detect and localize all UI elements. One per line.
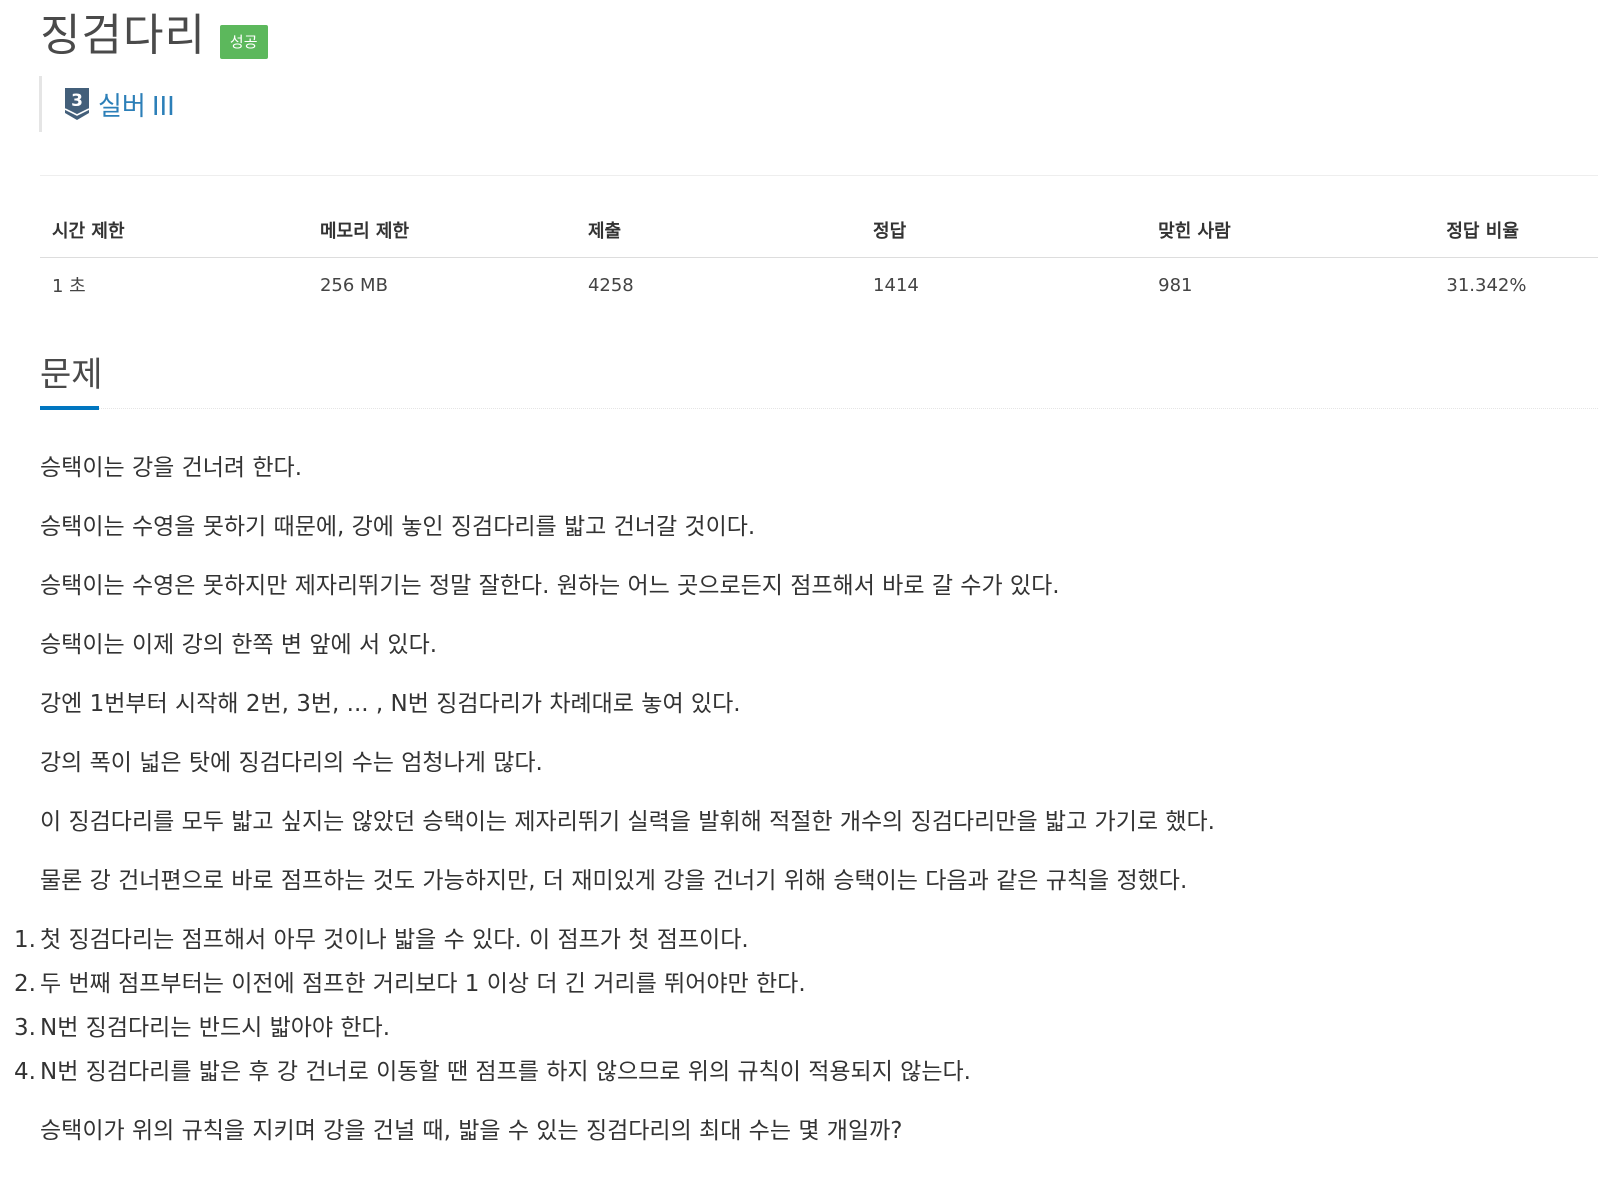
rule-text: 첫 징검다리는 점프해서 아무 것이나 밟을 수 있다. 이 점프가 첫 점프이… bbox=[40, 927, 749, 953]
tier-number: 3 bbox=[71, 91, 83, 111]
rule-number: 1. bbox=[14, 927, 36, 953]
rule-number: 2. bbox=[14, 971, 36, 997]
problem-info-table: 시간 제한 메모리 제한 제출 정답 맞힌 사람 정답 비율 1 초 256 M… bbox=[40, 205, 1598, 312]
solvers-value: 981 bbox=[1158, 274, 1193, 296]
list-item: 2. 두 번째 점프부터는 이전에 점프한 거리보다 1 이상 더 긴 거리를 뛰… bbox=[14, 964, 1580, 1008]
description-paragraph: 물론 강 건너편으로 바로 점프하는 것도 가능하지만, 더 재미있게 강을 건… bbox=[40, 868, 1188, 894]
list-item: 3. N번 징검다리는 반드시 밟아야 한다. bbox=[14, 1008, 1580, 1052]
rule-number: 3. bbox=[14, 1015, 36, 1041]
rule-text: N번 징검다리를 밟은 후 강 건너로 이동할 땐 점프를 하지 않으므로 위의… bbox=[40, 1059, 971, 1085]
problem-header: 징검다리 성공 bbox=[40, 8, 268, 64]
tier-blockquote: 3 실버 III bbox=[39, 76, 175, 132]
rules-list: 1. 첫 징검다리는 점프해서 아무 것이나 밟을 수 있다. 이 점프가 첫 점… bbox=[14, 920, 1580, 1096]
accepted-value: 1414 bbox=[873, 274, 919, 296]
rule-number: 4. bbox=[14, 1059, 36, 1085]
page-title: 징검다리 bbox=[40, 10, 206, 61]
description-paragraph: 강의 폭이 넓은 탓에 징검다리의 수는 엄청나게 많다. bbox=[40, 750, 543, 776]
problem-description: 승택이는 강을 건너려 한다. 승택이는 수영을 못하기 때문에, 강에 놓인 … bbox=[14, 448, 1580, 1170]
header-accepted: 정답 bbox=[861, 205, 1147, 258]
rule-text: N번 징검다리는 반드시 밟아야 한다. bbox=[40, 1015, 391, 1041]
ratio-value: 31.342% bbox=[1446, 274, 1527, 296]
submissions-value: 4258 bbox=[587, 274, 634, 296]
section-divider bbox=[40, 408, 1598, 409]
table-row: 1 초 256 MB 4258 1414 981 31.342% bbox=[40, 258, 1598, 313]
header-submissions: 제출 bbox=[575, 205, 862, 258]
list-item: 1. 첫 징검다리는 점프해서 아무 것이나 밟을 수 있다. 이 점프가 첫 점… bbox=[14, 920, 1580, 964]
section-underline bbox=[40, 406, 99, 410]
description-paragraph: 승택이는 수영은 못하지만 제자리뛰기는 정말 잘한다. 원하는 어느 곳으로든… bbox=[40, 573, 1060, 599]
tier-shield-icon[interactable]: 3 bbox=[64, 87, 90, 121]
header-divider bbox=[40, 175, 1598, 176]
description-paragraph: 승택이는 강을 건너려 한다. bbox=[40, 455, 303, 481]
list-item: 4. N번 징검다리를 밟은 후 강 건너로 이동할 땐 점프를 하지 않으므로 … bbox=[14, 1052, 1580, 1096]
section-title-problem: 문제 bbox=[40, 355, 103, 395]
description-paragraph: 강엔 1번부터 시작해 2번, 3번, ... , N번 징검다리가 차례대로 … bbox=[40, 691, 741, 717]
header-solvers: 맞힌 사람 bbox=[1146, 205, 1435, 258]
description-paragraph: 승택이는 수영을 못하기 때문에, 강에 놓인 징검다리를 밟고 건너갈 것이다… bbox=[40, 514, 756, 540]
tier-link[interactable]: 실버 III bbox=[98, 86, 175, 123]
header-memory-limit: 메모리 제한 bbox=[307, 205, 576, 258]
tier-level: III bbox=[151, 91, 175, 122]
memory-limit-value: 256 MB bbox=[319, 274, 388, 296]
question-paragraph: 승택이가 위의 규칙을 지키며 강을 건널 때, 밟을 수 있는 징검다리의 최… bbox=[40, 1118, 903, 1144]
description-paragraph: 승택이는 이제 강의 한쪽 변 앞에 서 있다. bbox=[40, 632, 438, 658]
table-header-row: 시간 제한 메모리 제한 제출 정답 맞힌 사람 정답 비율 bbox=[40, 205, 1598, 258]
time-limit-value: 1 초 bbox=[52, 276, 86, 297]
rule-text: 두 번째 점프부터는 이전에 점프한 거리보다 1 이상 더 긴 거리를 뛰어야… bbox=[40, 971, 806, 997]
header-time-limit: 시간 제한 bbox=[40, 205, 308, 258]
tier-name: 실버 bbox=[98, 91, 146, 122]
description-paragraph: 이 징검다리를 모두 밟고 싶지는 않았던 승택이는 제자리뛰기 실력을 발휘해… bbox=[40, 809, 1215, 835]
header-ratio: 정답 비율 bbox=[1434, 205, 1598, 258]
status-badge: 성공 bbox=[219, 25, 268, 59]
